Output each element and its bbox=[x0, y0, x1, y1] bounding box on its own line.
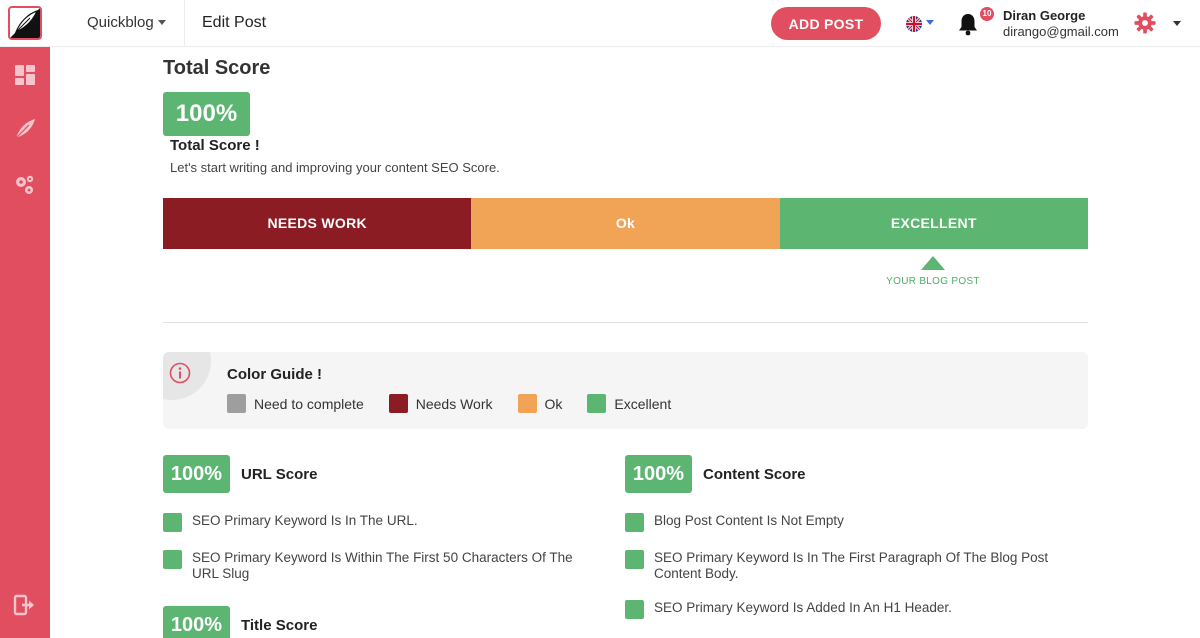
list-item-label: SEO Primary Keyword Is Added In An H1 He… bbox=[654, 600, 952, 615]
legend-swatch bbox=[587, 394, 607, 413]
content-score-badge: 100% bbox=[625, 455, 692, 493]
url-score-badge: 100% bbox=[163, 455, 230, 493]
marker-label: YOUR BLOG POST bbox=[886, 276, 980, 287]
total-score-description: Let's start writing and improving your c… bbox=[170, 160, 500, 175]
list-item: SEO Primary Keyword Is Added In An H1 He… bbox=[625, 600, 1065, 619]
list-item-label: SEO Primary Keyword Is Within The First … bbox=[192, 550, 573, 581]
legend-label: Ok bbox=[544, 395, 563, 412]
add-post-button[interactable]: ADD POST bbox=[771, 7, 881, 40]
chevron-down-icon bbox=[157, 20, 166, 25]
title-score-title: Title Score bbox=[241, 617, 318, 634]
title-score-badge: 100% bbox=[163, 606, 230, 638]
score-scale: NEEDS WORK Ok EXCELLENT bbox=[163, 198, 1088, 249]
scale-excellent: EXCELLENT bbox=[779, 198, 1088, 249]
total-score-heading: Total Score bbox=[163, 57, 271, 79]
divider bbox=[184, 0, 185, 47]
legend-label: Need to complete bbox=[254, 395, 364, 412]
user-name[interactable]: Diran George bbox=[1003, 8, 1085, 23]
list-item: SEO Primary Keyword Is In The URL. bbox=[163, 513, 593, 532]
legend-swatch bbox=[388, 394, 408, 413]
gear-icon[interactable] bbox=[1134, 12, 1156, 34]
divider bbox=[163, 322, 1088, 323]
sidebar bbox=[0, 47, 50, 638]
gears-icon[interactable] bbox=[13, 173, 37, 197]
info-icon bbox=[169, 362, 191, 384]
top-bar: Quickblog Edit Post ADD POST 10 Diran Ge… bbox=[0, 0, 1200, 47]
language-chevron-icon[interactable] bbox=[926, 20, 934, 25]
url-score-section: 100% URL Score SEO Primary Keyword Is In… bbox=[163, 455, 593, 595]
check-box-icon bbox=[163, 550, 182, 569]
total-score-label: Total Score ! bbox=[170, 137, 260, 154]
legend-item: Need to complete bbox=[227, 394, 364, 413]
legend-label: Excellent bbox=[614, 395, 672, 412]
legend-item: Excellent bbox=[587, 394, 671, 413]
legend-swatch bbox=[227, 394, 246, 413]
color-guide-title: Color Guide ! bbox=[227, 366, 322, 383]
legend-swatch bbox=[517, 394, 537, 413]
list-item-label: SEO Primary Keyword Is In The First Para… bbox=[654, 550, 1049, 581]
user-menu-chevron-icon[interactable] bbox=[1173, 21, 1181, 26]
legend-item: Ok bbox=[517, 394, 563, 413]
user-email: dirango@gmail.com bbox=[1003, 24, 1119, 39]
url-score-title: URL Score bbox=[241, 466, 318, 483]
scale-needs-work: NEEDS WORK bbox=[163, 198, 472, 249]
content-score-title: Content Score bbox=[703, 466, 806, 483]
bell-icon[interactable] bbox=[957, 12, 979, 36]
check-box-icon bbox=[625, 550, 644, 569]
check-box-icon bbox=[625, 513, 644, 532]
feather-icon[interactable] bbox=[13, 117, 37, 141]
uk-flag-icon[interactable] bbox=[906, 16, 922, 32]
color-guide: Color Guide ! Need to complete Needs Wor… bbox=[163, 352, 1088, 429]
logout-icon[interactable] bbox=[13, 593, 37, 617]
color-legend: Need to complete Needs Work Ok Excellent bbox=[227, 394, 696, 413]
legend-item: Needs Work bbox=[388, 394, 493, 413]
check-box-icon bbox=[625, 600, 644, 619]
content-score-section: 100% Content Score Blog Post Content Is … bbox=[625, 455, 1065, 625]
page-title: Edit Post bbox=[202, 14, 267, 31]
title-score-section: 100% Title Score bbox=[163, 606, 463, 638]
triangle-marker-icon bbox=[921, 256, 945, 270]
list-item: SEO Primary Keyword Is In The First Para… bbox=[625, 550, 1065, 582]
notification-badge: 10 bbox=[980, 7, 994, 21]
scale-ok: Ok bbox=[471, 198, 780, 249]
dashboard-icon[interactable] bbox=[13, 63, 37, 87]
list-item: Blog Post Content Is Not Empty bbox=[625, 513, 1065, 532]
quill-logo-icon[interactable] bbox=[8, 6, 42, 40]
brand-dropdown[interactable]: Quickblog bbox=[87, 14, 166, 31]
list-item: SEO Primary Keyword Is Within The First … bbox=[163, 550, 593, 582]
legend-label: Needs Work bbox=[415, 395, 493, 412]
list-item-label: Blog Post Content Is Not Empty bbox=[654, 513, 844, 528]
list-item-label: SEO Primary Keyword Is In The URL. bbox=[192, 513, 418, 528]
check-box-icon bbox=[163, 513, 182, 532]
total-score-badge: 100% bbox=[163, 92, 250, 136]
brand-label: Quickblog bbox=[87, 14, 154, 31]
